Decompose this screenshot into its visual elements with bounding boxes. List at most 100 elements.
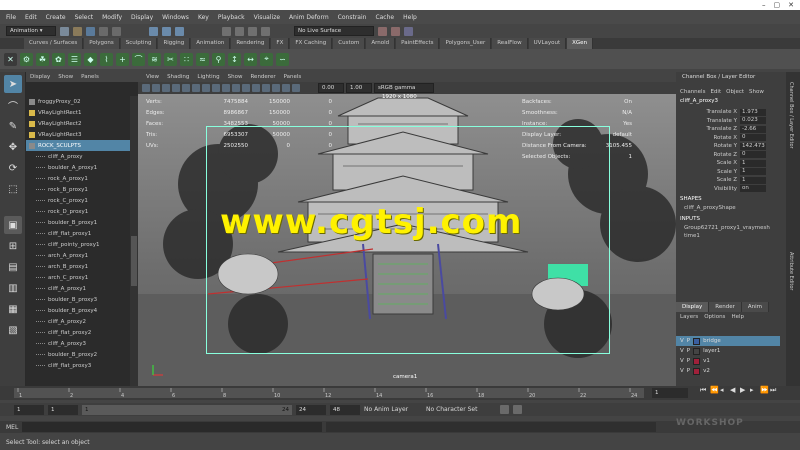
xgen-primitive-icon[interactable]: ◆ xyxy=(84,52,97,66)
shelf-tab-sculpting[interactable]: Sculpting xyxy=(120,38,158,49)
anim-layer-label[interactable]: No Anim Layer xyxy=(364,406,422,413)
select-tool-icon[interactable]: ➤ xyxy=(4,75,22,93)
gate-mask-icon[interactable] xyxy=(202,84,210,92)
shelf-tab-polygons[interactable]: Polygons xyxy=(84,38,120,49)
step-back-icon[interactable]: ◂ xyxy=(720,386,728,394)
shelf-tab-realflow[interactable]: RealFlow xyxy=(492,38,528,49)
menu-windows[interactable]: Windows xyxy=(162,14,189,21)
grid-icon[interactable] xyxy=(172,84,180,92)
layer-menu-layers[interactable]: Layers xyxy=(680,314,698,320)
select-component-icon[interactable] xyxy=(175,26,184,36)
viewport-panel[interactable]: View Shading Lighting Show Renderer Panels 0.… xyxy=(138,72,676,390)
shelf-tab-rigging[interactable]: Rigging xyxy=(158,38,191,49)
viewport-menu-panels[interactable]: Panels xyxy=(284,74,302,80)
mel-label[interactable]: MEL xyxy=(6,424,18,431)
outliner-item[interactable]: boulder_B_proxy4 xyxy=(26,305,130,316)
shelf-tab-curves-surfaces[interactable]: Curves / Surfaces xyxy=(24,38,84,49)
channel-menu-object[interactable]: Object xyxy=(726,89,744,95)
visibility-toggle[interactable]: V xyxy=(680,348,684,354)
outliner-item[interactable]: cliff_pointy_proxy1 xyxy=(26,239,130,250)
shape-node[interactable]: cliff_A_proxyShape xyxy=(676,205,786,213)
outliner-item[interactable]: cliff_A_proxy2 xyxy=(26,316,130,327)
shelf-tab-animation[interactable]: Animation xyxy=(191,38,231,49)
channel-box-side-tab[interactable]: Channel Box / Layer Editor xyxy=(788,82,794,149)
layout-script-icon[interactable]: ▧ xyxy=(4,321,22,339)
layer-color-swatch[interactable] xyxy=(693,367,701,375)
xray-icon[interactable] xyxy=(282,84,290,92)
wireframe-icon[interactable] xyxy=(232,84,240,92)
channel-menu-channels[interactable]: Channels xyxy=(680,89,705,95)
shelf-tab-uvlayout[interactable]: UVLayout xyxy=(528,38,567,49)
attribute-row[interactable]: Scale Y1 xyxy=(676,168,786,177)
playback-toggle[interactable]: P xyxy=(687,358,690,364)
attribute-value[interactable]: on xyxy=(740,185,766,193)
layer-color-swatch[interactable] xyxy=(693,347,701,355)
attribute-value[interactable]: 1 xyxy=(740,159,766,167)
render-settings-icon[interactable] xyxy=(404,26,413,36)
outliner-item[interactable]: rock_D_proxy1 xyxy=(26,206,130,217)
attribute-row[interactable]: Scale Z1 xyxy=(676,176,786,185)
step-back-key-icon[interactable]: ⏪ xyxy=(710,386,719,394)
outliner-item[interactable]: VRayLightRect3 xyxy=(26,129,130,140)
step-forward-icon[interactable]: ▸ xyxy=(750,386,758,394)
viewport-menu-shading[interactable]: Shading xyxy=(167,74,189,80)
char-set-label[interactable]: No Character Set xyxy=(426,406,496,413)
lights-icon[interactable] xyxy=(262,84,270,92)
play-forward-icon[interactable]: ▶ xyxy=(740,386,748,394)
shelf-tab-arnold[interactable]: Arnold xyxy=(366,38,396,49)
attribute-value[interactable]: 142.473 xyxy=(740,142,766,150)
menu-constrain[interactable]: Constrain xyxy=(338,14,367,21)
playback-toggle[interactable]: P xyxy=(687,338,690,344)
attribute-value[interactable]: -2.66 xyxy=(740,125,766,133)
attribute-row[interactable]: Scale X1 xyxy=(676,159,786,168)
layer-tab-anim[interactable]: Anim xyxy=(741,302,770,312)
layer-tab-display[interactable]: Display xyxy=(676,302,710,312)
playback-toggle[interactable]: P xyxy=(687,348,690,354)
scene-view[interactable]: 1920 x 1080 Verts: 7475884 150000 0 Edges: 89… xyxy=(138,94,676,390)
outliner-item[interactable]: cliff_flat_proxy3 xyxy=(26,360,130,371)
playback-start-field[interactable]: 1 xyxy=(48,404,78,415)
channel-menu-edit[interactable]: Edit xyxy=(710,89,721,95)
menu-cache[interactable]: Cache xyxy=(375,14,394,21)
minimize-icon[interactable]: – xyxy=(762,1,766,9)
playback-toggle[interactable]: P xyxy=(687,368,690,374)
attribute-value[interactable]: 1 xyxy=(740,168,766,176)
shadows-icon[interactable] xyxy=(272,84,280,92)
xgen-length-icon[interactable]: ↕ xyxy=(228,52,241,66)
snap-grid-icon[interactable] xyxy=(222,26,231,36)
auto-key-icon[interactable] xyxy=(500,405,509,414)
live-surface-field[interactable]: No Live Surface xyxy=(294,26,374,36)
input-node[interactable]: Group62721_proxy1_vraymesh xyxy=(676,225,786,233)
field-chart-icon[interactable] xyxy=(212,84,220,92)
layer-color-swatch[interactable] xyxy=(693,337,701,345)
xgen-cut-icon[interactable]: ✂ xyxy=(164,52,177,66)
undo-icon[interactable] xyxy=(99,26,108,36)
ipr-render-icon[interactable] xyxy=(391,26,400,36)
layer-tab-render[interactable]: Render xyxy=(709,302,742,312)
textured-icon[interactable] xyxy=(252,84,260,92)
xgen-preview-icon[interactable]: ☘ xyxy=(36,52,49,66)
outliner-item[interactable]: arch_C_proxy1 xyxy=(26,272,130,283)
attribute-row[interactable]: Translate Y 0.023 xyxy=(676,117,786,126)
attribute-row[interactable]: Rotate Z0 xyxy=(676,151,786,160)
menu-help[interactable]: Help xyxy=(403,14,417,21)
xgen-clump-icon[interactable]: ⚲ xyxy=(212,52,225,66)
lasso-tool-icon[interactable]: ⌒ xyxy=(4,96,22,114)
outliner-menu-show[interactable]: Show xyxy=(58,74,73,80)
layer-row[interactable]: V Pv1 xyxy=(676,356,780,366)
layer-menu-help[interactable]: Help xyxy=(731,314,744,320)
xgen-comb-icon[interactable]: ≋ xyxy=(148,52,161,66)
open-scene-icon[interactable] xyxy=(73,26,82,36)
new-scene-icon[interactable] xyxy=(60,26,69,36)
outliner-item[interactable]: boulder_B_proxy2 xyxy=(26,349,130,360)
scroll-thumb[interactable] xyxy=(131,236,137,286)
redo-icon[interactable] xyxy=(112,26,121,36)
persp-outliner-icon[interactable]: ▤ xyxy=(4,258,22,276)
attribute-value[interactable]: 0.023 xyxy=(740,117,766,125)
select-object-icon[interactable] xyxy=(162,26,171,36)
viewport-menu-show[interactable]: Show xyxy=(228,74,243,80)
time-slider[interactable]: 1 2 4 6 8 10 12 14 16 18 20 22 24 1 xyxy=(0,386,800,400)
camera-attr-icon[interactable] xyxy=(142,84,150,92)
viewport-menu-lighting[interactable]: Lighting xyxy=(197,74,219,80)
menu-edit[interactable]: Edit xyxy=(25,14,37,21)
